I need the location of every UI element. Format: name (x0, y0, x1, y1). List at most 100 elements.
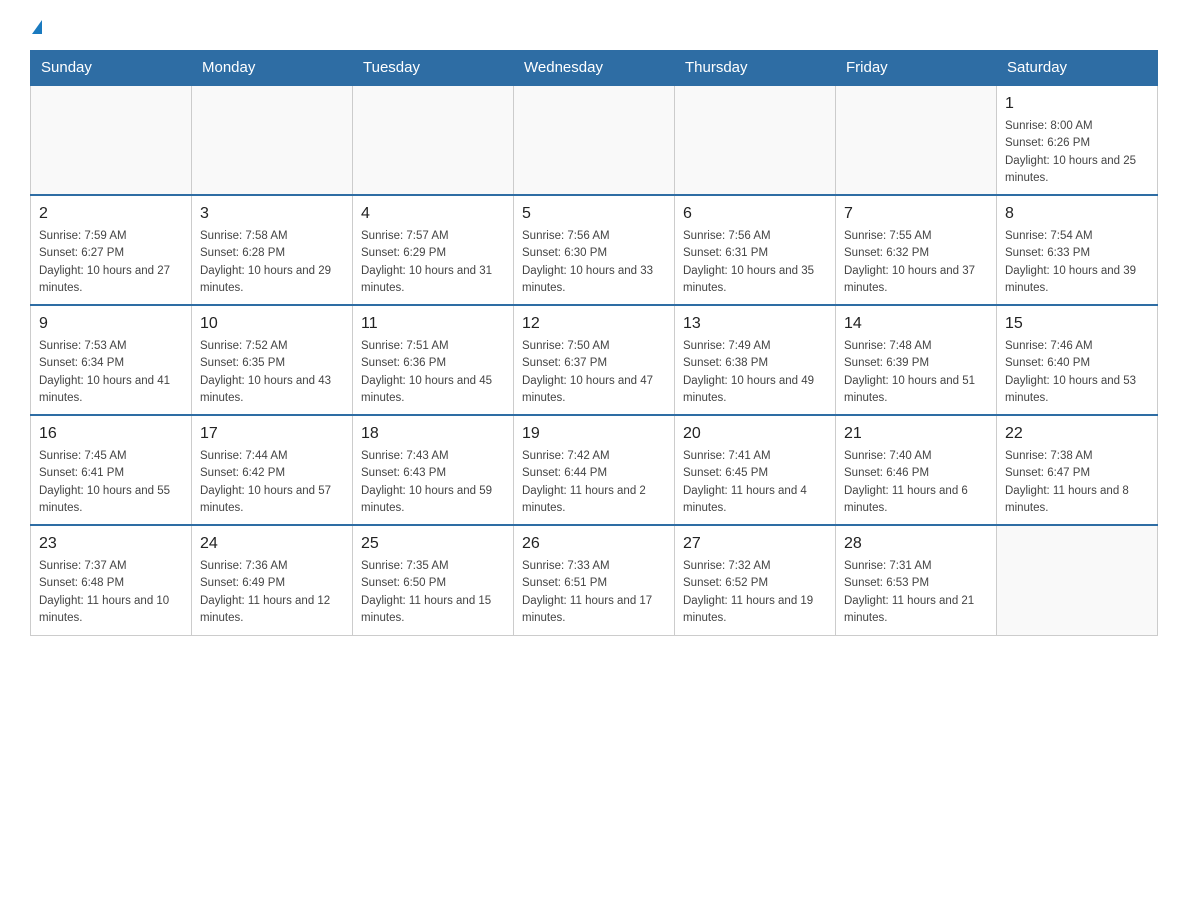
weekday-header-row: SundayMondayTuesdayWednesdayThursdayFrid… (31, 51, 1158, 86)
calendar-cell: 14Sunrise: 7:48 AMSunset: 6:39 PMDayligh… (836, 305, 997, 415)
calendar-cell: 6Sunrise: 7:56 AMSunset: 6:31 PMDaylight… (675, 195, 836, 305)
day-info: Sunrise: 7:45 AMSunset: 6:41 PMDaylight:… (39, 448, 183, 517)
calendar-cell: 21Sunrise: 7:40 AMSunset: 6:46 PMDayligh… (836, 415, 997, 525)
day-info: Sunrise: 7:46 AMSunset: 6:40 PMDaylight:… (1005, 338, 1149, 407)
day-number: 12 (522, 312, 666, 336)
day-number: 10 (200, 312, 344, 336)
calendar-cell: 4Sunrise: 7:57 AMSunset: 6:29 PMDaylight… (353, 195, 514, 305)
day-info: Sunrise: 7:40 AMSunset: 6:46 PMDaylight:… (844, 448, 988, 517)
week-row-1: 1Sunrise: 8:00 AMSunset: 6:26 PMDaylight… (31, 85, 1158, 195)
weekday-header-monday: Monday (192, 51, 353, 86)
calendar-cell (836, 85, 997, 195)
day-info: Sunrise: 7:59 AMSunset: 6:27 PMDaylight:… (39, 228, 183, 297)
week-row-3: 9Sunrise: 7:53 AMSunset: 6:34 PMDaylight… (31, 305, 1158, 415)
calendar-cell (192, 85, 353, 195)
calendar-cell: 11Sunrise: 7:51 AMSunset: 6:36 PMDayligh… (353, 305, 514, 415)
calendar-cell: 18Sunrise: 7:43 AMSunset: 6:43 PMDayligh… (353, 415, 514, 525)
day-number: 26 (522, 532, 666, 556)
day-number: 24 (200, 532, 344, 556)
day-number: 6 (683, 202, 827, 226)
calendar-cell: 15Sunrise: 7:46 AMSunset: 6:40 PMDayligh… (997, 305, 1158, 415)
day-number: 8 (1005, 202, 1149, 226)
day-info: Sunrise: 7:42 AMSunset: 6:44 PMDaylight:… (522, 448, 666, 517)
calendar-cell: 10Sunrise: 7:52 AMSunset: 6:35 PMDayligh… (192, 305, 353, 415)
calendar-cell: 25Sunrise: 7:35 AMSunset: 6:50 PMDayligh… (353, 525, 514, 635)
day-info: Sunrise: 7:36 AMSunset: 6:49 PMDaylight:… (200, 558, 344, 627)
day-info: Sunrise: 7:37 AMSunset: 6:48 PMDaylight:… (39, 558, 183, 627)
calendar-cell (31, 85, 192, 195)
day-number: 9 (39, 312, 183, 336)
calendar-cell: 8Sunrise: 7:54 AMSunset: 6:33 PMDaylight… (997, 195, 1158, 305)
day-info: Sunrise: 7:53 AMSunset: 6:34 PMDaylight:… (39, 338, 183, 407)
day-info: Sunrise: 7:54 AMSunset: 6:33 PMDaylight:… (1005, 228, 1149, 297)
calendar-cell: 16Sunrise: 7:45 AMSunset: 6:41 PMDayligh… (31, 415, 192, 525)
day-info: Sunrise: 8:00 AMSunset: 6:26 PMDaylight:… (1005, 118, 1149, 187)
weekday-header-wednesday: Wednesday (514, 51, 675, 86)
weekday-header-friday: Friday (836, 51, 997, 86)
logo-arrow-icon (32, 20, 42, 34)
weekday-header-saturday: Saturday (997, 51, 1158, 86)
day-number: 27 (683, 532, 827, 556)
day-info: Sunrise: 7:50 AMSunset: 6:37 PMDaylight:… (522, 338, 666, 407)
day-number: 28 (844, 532, 988, 556)
day-number: 2 (39, 202, 183, 226)
day-number: 11 (361, 312, 505, 336)
calendar-cell: 1Sunrise: 8:00 AMSunset: 6:26 PMDaylight… (997, 85, 1158, 195)
day-number: 23 (39, 532, 183, 556)
weekday-header-sunday: Sunday (31, 51, 192, 86)
day-info: Sunrise: 7:33 AMSunset: 6:51 PMDaylight:… (522, 558, 666, 627)
calendar-cell: 9Sunrise: 7:53 AMSunset: 6:34 PMDaylight… (31, 305, 192, 415)
week-row-2: 2Sunrise: 7:59 AMSunset: 6:27 PMDaylight… (31, 195, 1158, 305)
calendar-cell: 24Sunrise: 7:36 AMSunset: 6:49 PMDayligh… (192, 525, 353, 635)
calendar-cell: 2Sunrise: 7:59 AMSunset: 6:27 PMDaylight… (31, 195, 192, 305)
day-number: 18 (361, 422, 505, 446)
day-number: 1 (1005, 92, 1149, 116)
day-number: 25 (361, 532, 505, 556)
day-info: Sunrise: 7:48 AMSunset: 6:39 PMDaylight:… (844, 338, 988, 407)
day-info: Sunrise: 7:49 AMSunset: 6:38 PMDaylight:… (683, 338, 827, 407)
day-number: 22 (1005, 422, 1149, 446)
day-info: Sunrise: 7:57 AMSunset: 6:29 PMDaylight:… (361, 228, 505, 297)
day-number: 13 (683, 312, 827, 336)
day-number: 20 (683, 422, 827, 446)
calendar-cell (353, 85, 514, 195)
day-info: Sunrise: 7:44 AMSunset: 6:42 PMDaylight:… (200, 448, 344, 517)
calendar-cell (997, 525, 1158, 635)
day-number: 15 (1005, 312, 1149, 336)
calendar-cell (514, 85, 675, 195)
calendar-table: SundayMondayTuesdayWednesdayThursdayFrid… (30, 50, 1158, 636)
calendar-cell: 26Sunrise: 7:33 AMSunset: 6:51 PMDayligh… (514, 525, 675, 635)
calendar-cell: 23Sunrise: 7:37 AMSunset: 6:48 PMDayligh… (31, 525, 192, 635)
day-info: Sunrise: 7:51 AMSunset: 6:36 PMDaylight:… (361, 338, 505, 407)
week-row-5: 23Sunrise: 7:37 AMSunset: 6:48 PMDayligh… (31, 525, 1158, 635)
day-number: 16 (39, 422, 183, 446)
calendar-cell: 7Sunrise: 7:55 AMSunset: 6:32 PMDaylight… (836, 195, 997, 305)
day-info: Sunrise: 7:41 AMSunset: 6:45 PMDaylight:… (683, 448, 827, 517)
weekday-header-thursday: Thursday (675, 51, 836, 86)
logo (30, 20, 42, 34)
calendar-cell: 5Sunrise: 7:56 AMSunset: 6:30 PMDaylight… (514, 195, 675, 305)
day-info: Sunrise: 7:31 AMSunset: 6:53 PMDaylight:… (844, 558, 988, 627)
day-number: 5 (522, 202, 666, 226)
calendar-cell: 27Sunrise: 7:32 AMSunset: 6:52 PMDayligh… (675, 525, 836, 635)
day-info: Sunrise: 7:56 AMSunset: 6:31 PMDaylight:… (683, 228, 827, 297)
day-number: 21 (844, 422, 988, 446)
day-number: 17 (200, 422, 344, 446)
day-info: Sunrise: 7:43 AMSunset: 6:43 PMDaylight:… (361, 448, 505, 517)
day-number: 4 (361, 202, 505, 226)
week-row-4: 16Sunrise: 7:45 AMSunset: 6:41 PMDayligh… (31, 415, 1158, 525)
calendar-cell: 17Sunrise: 7:44 AMSunset: 6:42 PMDayligh… (192, 415, 353, 525)
day-info: Sunrise: 7:55 AMSunset: 6:32 PMDaylight:… (844, 228, 988, 297)
day-number: 3 (200, 202, 344, 226)
calendar-cell: 22Sunrise: 7:38 AMSunset: 6:47 PMDayligh… (997, 415, 1158, 525)
day-info: Sunrise: 7:52 AMSunset: 6:35 PMDaylight:… (200, 338, 344, 407)
page-header (30, 20, 1158, 34)
day-info: Sunrise: 7:56 AMSunset: 6:30 PMDaylight:… (522, 228, 666, 297)
day-number: 19 (522, 422, 666, 446)
day-info: Sunrise: 7:35 AMSunset: 6:50 PMDaylight:… (361, 558, 505, 627)
calendar-cell (675, 85, 836, 195)
day-number: 14 (844, 312, 988, 336)
calendar-cell: 3Sunrise: 7:58 AMSunset: 6:28 PMDaylight… (192, 195, 353, 305)
day-info: Sunrise: 7:32 AMSunset: 6:52 PMDaylight:… (683, 558, 827, 627)
calendar-cell: 28Sunrise: 7:31 AMSunset: 6:53 PMDayligh… (836, 525, 997, 635)
